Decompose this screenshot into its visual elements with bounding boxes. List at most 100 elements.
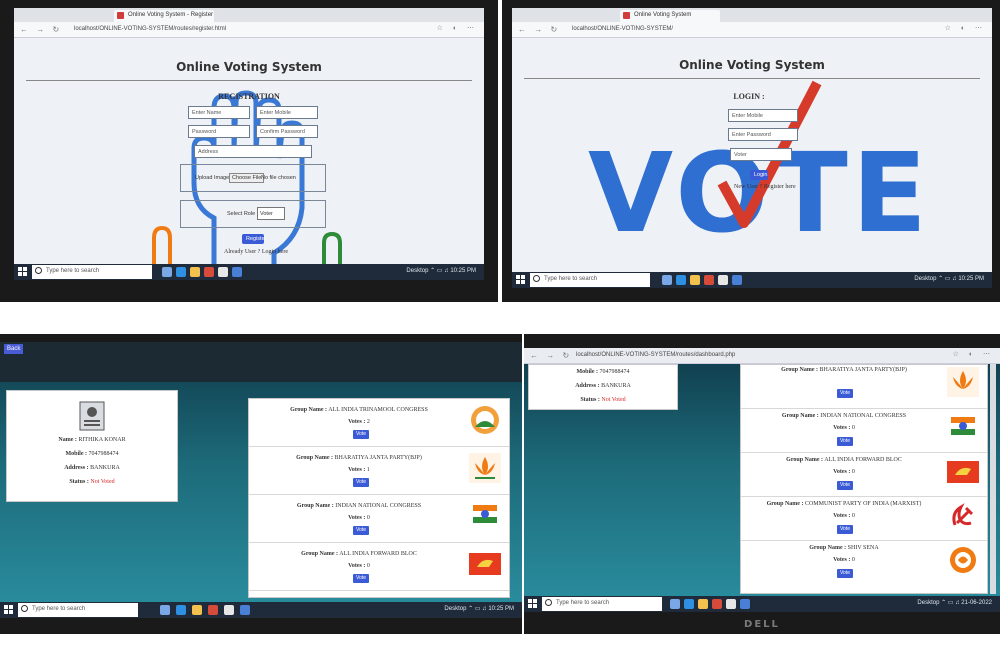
taskbar-search[interactable]: Type here to search [530,273,650,287]
task-view-icon[interactable] [670,599,680,609]
vote-button[interactable]: Vote [353,478,369,487]
windows-start-icon[interactable] [4,605,14,615]
login-link[interactable]: Login here [262,249,288,255]
edge-icon[interactable] [684,599,694,609]
group-item: Group Name : COMMUNIST PARTY OF INDIA (M… [741,497,987,541]
browser-tab[interactable]: Online Voting System [620,10,720,22]
groups-panel: Group Name : BHARATIYA JANTA PARTY(BJP) … [740,364,988,594]
group-item: Group Name : BHARATIYA JANTA PARTY(BJP) … [249,447,509,495]
favicon-icon [117,12,124,19]
profile-status: Status : Not Voted [580,397,626,403]
browser-tab[interactable]: Online Voting System - Register [114,10,214,22]
chrome-icon[interactable] [718,275,728,285]
search-icon [533,275,540,282]
lotus-icon [469,453,501,483]
windows-start-icon[interactable] [528,599,538,609]
password-input[interactable]: Enter Password [728,128,798,141]
register-link[interactable]: Register here [764,184,796,190]
register-button[interactable]: Register [242,234,266,244]
search-icon [35,267,42,274]
profile-name: Name : RITHIKA KONAR [58,437,126,443]
store-icon[interactable] [740,599,750,609]
store-icon[interactable] [232,267,242,277]
store-icon[interactable] [240,605,250,615]
url-field[interactable]: localhost/ONLINE-VOTING-SYSTEM/ [568,24,828,35]
edge-icon[interactable] [176,605,186,615]
password-input[interactable]: Password [188,125,250,138]
dashboard-photo: Back Name : RITHIKA KONAR Mobile : 70479… [0,334,522,634]
chrome-icon[interactable] [218,267,228,277]
file-explorer-icon[interactable] [190,267,200,277]
lotus-icon [947,367,979,397]
edge-icon[interactable] [176,267,186,277]
register-prompt: New User ? Register here [734,184,796,190]
task-view-icon[interactable] [160,605,170,615]
browser-tools-icon[interactable]: ☆ ◐ ⋯ [945,24,986,32]
role-select[interactable]: Voter [257,207,285,220]
app-icon[interactable] [204,267,214,277]
monitor-brand-logo: DELL [744,619,780,630]
task-view-icon[interactable] [662,275,672,285]
profile-card: Mobile : 7047988474 Address : BANKURA St… [528,364,678,410]
hammer-sickle-icon [952,503,974,526]
edge-icon[interactable] [676,275,686,285]
back-button[interactable]: Back [4,344,24,354]
login-button[interactable]: Login [750,170,768,180]
vote-button[interactable]: Vote [837,389,853,398]
taskbar-search[interactable]: Type here to search [32,265,152,279]
file-explorer-icon[interactable] [192,605,202,615]
login-screen: Online Voting System ← → ↻ localhost/ONL… [512,8,992,288]
browser-tools-icon[interactable]: ☆ ◐ ⋯ [953,350,994,358]
chrome-icon[interactable] [224,605,234,615]
profile-mobile: Mobile : 7047988474 [65,451,119,457]
group-votes: Votes : 2 [348,419,370,425]
vote-button[interactable]: Vote [837,569,853,578]
mobile-input[interactable]: Enter Mobile [256,106,318,119]
choose-file-button[interactable]: Choose File [229,173,265,183]
address-bar: ← → ↻ localhost/ONLINE-VOTING-SYSTEM/rou… [524,348,1000,364]
vote-button[interactable]: Vote [837,525,853,534]
address-input[interactable]: Address [194,145,312,158]
group-name: Group Name : BHARATIYA JANTA PARTY(BJP) [781,367,907,373]
role-select[interactable]: Voter [730,148,792,161]
divider [26,80,472,81]
form-heading: REGISTRATION [218,92,280,101]
vote-button[interactable]: Vote [353,574,369,583]
vote-button[interactable]: Vote [353,526,369,535]
group-name: Group Name : ALL INDIA FORWARD BLOC [786,457,902,463]
confirm-password-input[interactable]: Confirm Password [256,125,318,138]
file-explorer-icon[interactable] [698,599,708,609]
store-icon[interactable] [732,275,742,285]
file-explorer-icon[interactable] [690,275,700,285]
taskbar: Type here to search Desktop ⌃ ▭ ♫ 10:25 … [14,264,484,280]
group-votes: Votes : 0 [833,513,855,519]
nav-arrows-icon[interactable]: ← → ↻ [518,25,560,34]
app-icon[interactable] [704,275,714,285]
address-bar: ← → ↻ localhost/ONLINE-VOTING-SYSTEM/rou… [14,22,484,38]
profile-mobile: Mobile : 7047988474 [576,369,630,375]
task-view-icon[interactable] [162,267,172,277]
windows-start-icon[interactable] [18,267,28,277]
browser-tools-icon[interactable]: ☆ ◐ ⋯ [437,24,478,32]
nav-arrows-icon[interactable]: ← → ↻ [530,351,572,360]
group-name: Group Name : ALL INDIA FORWARD BLOC [301,551,417,557]
registration-photo: Online Voting System - Register ← → ↻ lo… [0,0,498,302]
vote-button[interactable]: Vote [353,430,369,439]
nav-arrows-icon[interactable]: ← → ↻ [20,25,62,34]
scrollbar[interactable] [990,364,996,594]
search-icon [21,605,28,612]
taskbar-search[interactable]: Type here to search [542,597,662,611]
app-icon[interactable] [712,599,722,609]
vote-button[interactable]: Vote [837,481,853,490]
url-field[interactable]: localhost/ONLINE-VOTING-SYSTEM/routes/re… [70,24,330,35]
system-tray: Desktop ⌃ ▭ ♫ 10:25 PM [444,606,514,612]
app-icon[interactable] [208,605,218,615]
windows-start-icon[interactable] [516,275,526,285]
favicon-icon [623,12,630,19]
vote-button[interactable]: Vote [837,437,853,446]
taskbar-search[interactable]: Type here to search [18,603,138,617]
name-input[interactable]: Enter Name [188,106,250,119]
mobile-input[interactable]: Enter Mobile [728,109,798,122]
url-field[interactable]: localhost/ONLINE-VOTING-SYSTEM/routes/da… [572,350,832,361]
chrome-icon[interactable] [726,599,736,609]
